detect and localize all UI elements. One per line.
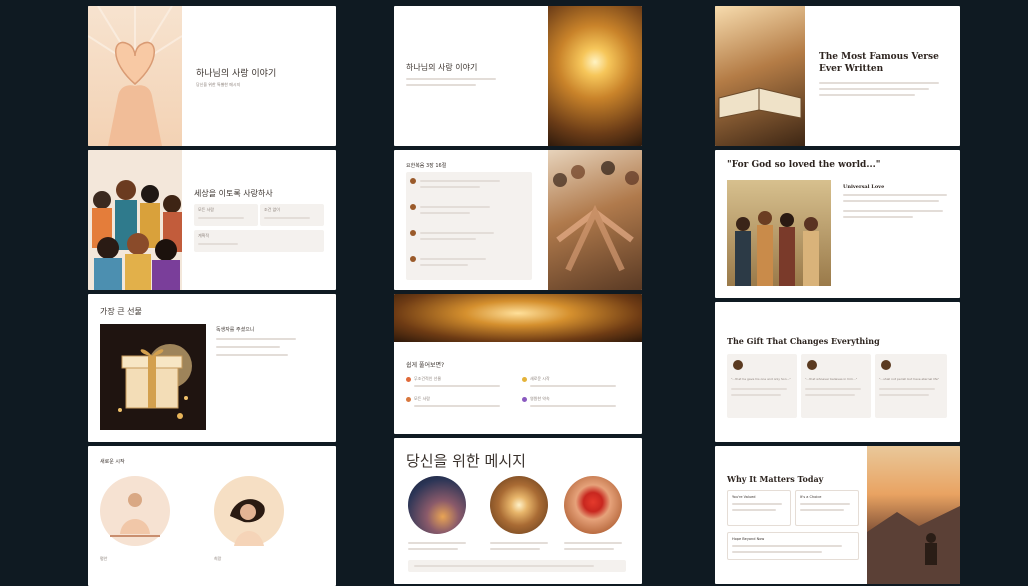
hand-icon bbox=[807, 360, 817, 370]
glowing-gift-photo bbox=[394, 294, 642, 342]
verse-list bbox=[406, 172, 532, 280]
slide-title: 새로운 시작 bbox=[100, 459, 125, 465]
heart-in-hands-photo bbox=[564, 476, 622, 534]
gift-box-illustration bbox=[100, 324, 206, 430]
slide-title-line2: Ever Written bbox=[819, 64, 884, 74]
slide-subtitle: 당신을 위한 특별한 메시지 bbox=[196, 82, 241, 87]
slide-title-line1: The Most Famous Verse bbox=[819, 52, 939, 62]
hands-together-photo bbox=[548, 150, 642, 290]
slide-famous-verse[interactable]: The Most Famous Verse Ever Written bbox=[715, 6, 960, 146]
info-card: 조건 없이 bbox=[260, 204, 324, 226]
slide-title-korean-sky[interactable]: 하나님의 사랑 이야기 bbox=[394, 6, 642, 146]
caption-peace: 평안 bbox=[100, 556, 108, 561]
sunset-mountain-photo bbox=[867, 446, 960, 584]
verse-card: "...that whoever believes in him..." bbox=[801, 354, 871, 418]
reason-card: You're Valued bbox=[727, 490, 791, 526]
message-banner bbox=[408, 560, 626, 572]
reason-card: It's a Choice bbox=[795, 490, 859, 526]
slide-title: 가장 큰 선물 bbox=[100, 307, 142, 316]
slide-title-korean[interactable]: 하나님의 사랑 이야기 당신을 위한 특별한 메시지 bbox=[88, 6, 336, 146]
slide-john-316-korean[interactable]: 요한복음 3장 16절 bbox=[394, 150, 642, 290]
slide-explained-korean[interactable]: 쉽게 풀어보면? 무조건적인 선물 새로운 시작 모든 사람 영원한 약속 bbox=[394, 294, 642, 434]
slide-title: 하나님의 사랑 이야기 bbox=[196, 69, 277, 79]
slide-love-world-korean[interactable]: 세상을 이토록 사랑하사 모든 사람 조건 없이 계획적 bbox=[88, 150, 336, 290]
slide-title: The Gift That Changes Everything bbox=[727, 336, 880, 346]
crowd-illustration bbox=[88, 150, 182, 290]
slide-title: 세상을 이토록 사랑하사 bbox=[194, 189, 273, 198]
gift-icon bbox=[733, 360, 743, 370]
caption-hope: 희망 bbox=[214, 556, 222, 561]
slide-why-it-matters[interactable]: Why It Matters Today You're Valued It's … bbox=[715, 446, 960, 584]
slide-greatest-gift-korean[interactable]: 가장 큰 선물 독생자를 주셨으니 bbox=[88, 294, 336, 442]
list-bullet-icon bbox=[410, 230, 416, 236]
heart-icon bbox=[406, 377, 411, 382]
slide-title: Why It Matters Today bbox=[727, 474, 824, 484]
slide-title: "For God so loved the world..." bbox=[727, 160, 881, 170]
sun-icon bbox=[522, 377, 527, 382]
list-bullet-icon bbox=[410, 256, 416, 262]
reason-card: Hope Beyond Now bbox=[727, 532, 859, 560]
slide-gift-changes-everything[interactable]: The Gift That Changes Everything "...tha… bbox=[715, 302, 960, 442]
slide-message-for-you-korean[interactable]: 당신을 위한 메시지 bbox=[394, 438, 642, 584]
infinity-icon bbox=[522, 397, 527, 402]
slide-title: 요한복음 3장 16절 bbox=[406, 163, 447, 169]
heart-hands-illustration bbox=[88, 6, 183, 146]
infinity-icon bbox=[881, 360, 891, 370]
hope-woman-illustration bbox=[214, 476, 284, 546]
night-sky-person-photo bbox=[408, 476, 466, 534]
sunlit-clouds-photo bbox=[548, 6, 642, 146]
section-heading: 독생자를 주셨으니 bbox=[216, 327, 255, 333]
list-bullet-icon bbox=[410, 204, 416, 210]
verse-card: "...shall not perish but have eternal li… bbox=[875, 354, 947, 418]
list-bullet-icon bbox=[410, 178, 416, 184]
info-card: 모든 사람 bbox=[194, 204, 258, 226]
group-of-people-photo bbox=[727, 180, 831, 286]
slide-title: 쉽게 풀어보면? bbox=[406, 362, 445, 369]
info-card: 계획적 bbox=[194, 230, 324, 252]
open-bible-photo bbox=[715, 6, 805, 146]
open-door-photo bbox=[490, 476, 548, 534]
peace-meditation-illustration bbox=[100, 476, 170, 546]
slide-for-god-so-loved[interactable]: "For God so loved the world..." Universa… bbox=[715, 150, 960, 298]
people-icon bbox=[406, 397, 411, 402]
slide-title: 당신을 위한 메시지 bbox=[406, 452, 526, 470]
verse-card: "...that he gave his one and only Son...… bbox=[727, 354, 797, 418]
slide-title: 하나님의 사랑 이야기 bbox=[406, 63, 478, 72]
section-heading: Universal Love bbox=[843, 184, 885, 190]
slide-new-beginning-korean[interactable]: 새로운 시작 평안 희망 bbox=[88, 446, 336, 586]
